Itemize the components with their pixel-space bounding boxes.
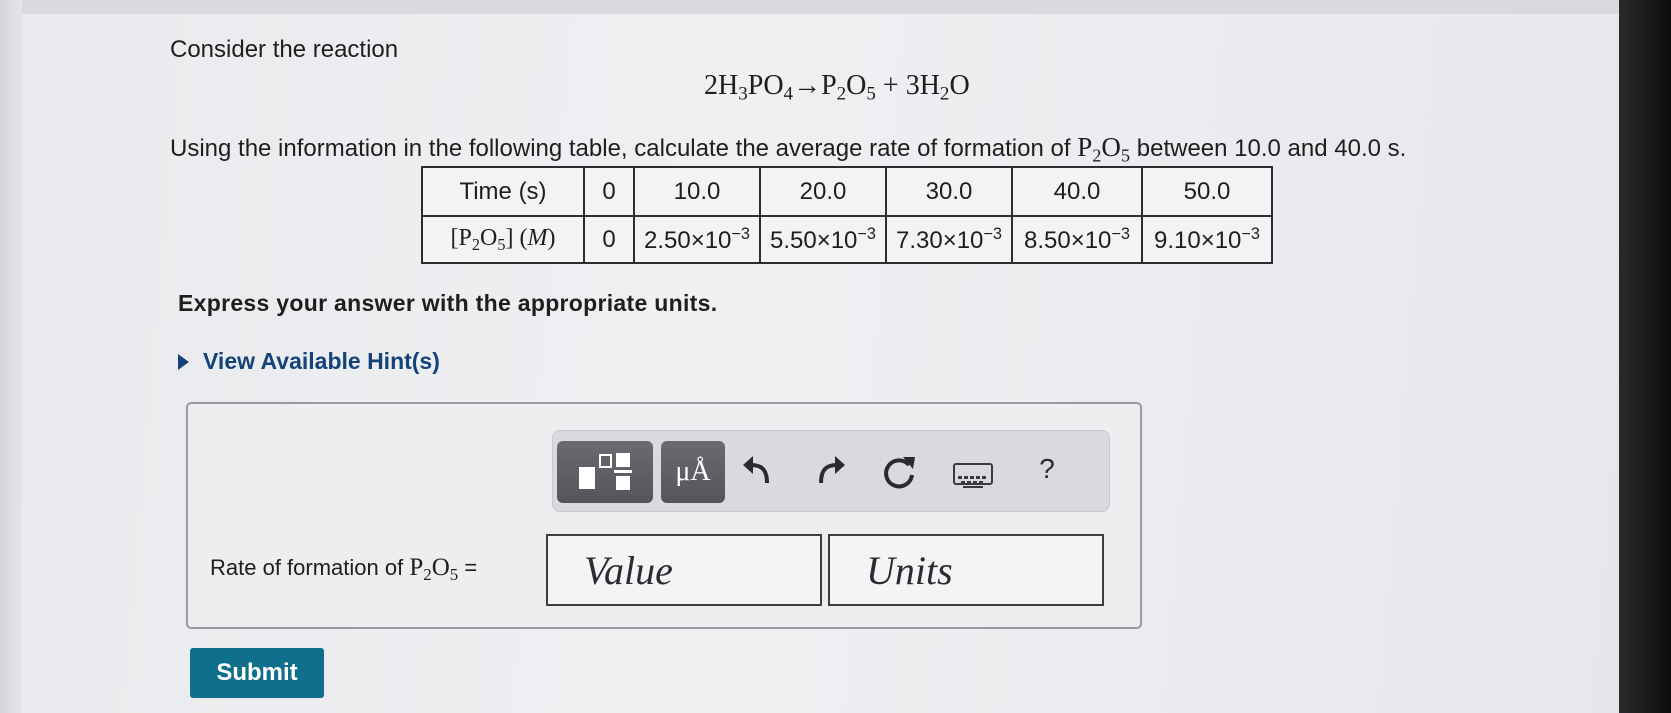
concentration-row: [P2O5] (M) 0 2.50×10−3 5.50×10−3 7.30×10… [421, 215, 1273, 264]
left-edge [0, 0, 22, 713]
reaction-equation: 2H3PO4→P2O5 + 3H2O [704, 70, 970, 105]
submit-button[interactable]: Submit [190, 648, 324, 698]
math-toolbar: μÅ ? [552, 430, 1110, 512]
hints-label: View Available Hint(s) [203, 348, 440, 374]
time-cell: 40.0 [1011, 166, 1143, 217]
right-edge [1619, 0, 1671, 713]
concentration-cell: 8.50×10−3 [1011, 215, 1143, 264]
question-text: Using the information in the following t… [170, 132, 1406, 167]
concentration-cell: 0 [583, 215, 635, 264]
view-hints-link[interactable]: View Available Hint(s) [178, 348, 440, 375]
templates-button[interactable] [557, 441, 653, 503]
units-button[interactable]: μÅ [661, 441, 725, 503]
question-prefix: Using the information in the following t… [170, 135, 1078, 162]
value-input[interactable]: Value [546, 534, 822, 606]
concentration-cell: 2.50×10−3 [633, 215, 761, 264]
top-strip [0, 0, 1620, 14]
rate-label: Rate of formation of P2O5 = [210, 554, 478, 585]
concentration-cell: 9.10×10−3 [1141, 215, 1273, 264]
undo-icon[interactable] [739, 453, 779, 497]
keyboard-icon[interactable] [953, 463, 993, 488]
time-cell: 30.0 [885, 166, 1013, 217]
concentration-cell: 7.30×10−3 [885, 215, 1013, 264]
concentration-header: [P2O5] (M) [421, 215, 585, 264]
time-cell: 50.0 [1141, 166, 1273, 217]
time-cell: 10.0 [633, 166, 761, 217]
reset-icon[interactable] [879, 453, 919, 499]
data-table: Time (s) 0 10.0 20.0 30.0 40.0 50.0 [P2O… [421, 166, 1273, 264]
redo-icon[interactable] [809, 453, 849, 497]
help-button[interactable]: ? [1027, 453, 1067, 485]
time-header: Time (s) [421, 166, 585, 217]
question-suffix: between 10.0 and 40.0 s. [1130, 135, 1407, 162]
disclosure-triangle-icon [178, 353, 189, 370]
concentration-cell: 5.50×10−3 [759, 215, 887, 264]
time-row: Time (s) 0 10.0 20.0 30.0 40.0 50.0 [421, 166, 1273, 217]
intro-text: Consider the reaction [170, 36, 399, 63]
species-formula: P2O5 [1077, 132, 1131, 166]
templates-icon [579, 453, 632, 490]
time-cell: 20.0 [759, 166, 887, 217]
express-instruction: Express your answer with the appropriate… [178, 290, 718, 316]
time-cell: 0 [583, 166, 635, 217]
units-input[interactable]: Units [828, 534, 1104, 606]
